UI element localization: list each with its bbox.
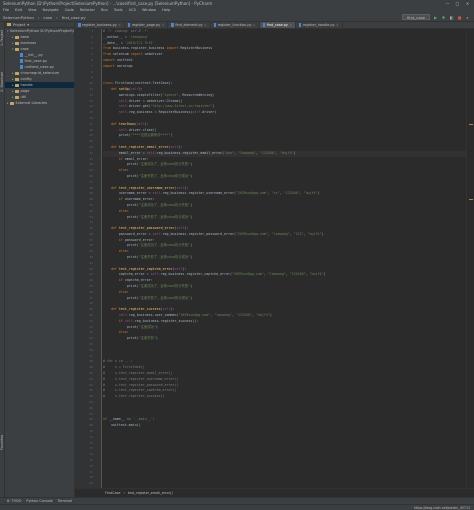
tree-item-label: External Libraries: [15, 101, 48, 105]
menu-tools[interactable]: Tools: [114, 8, 123, 12]
code-editor[interactable]: # -*- coding: utf-8 -*- __author__ = 'zha…: [103, 29, 466, 488]
folder-icon: [15, 41, 19, 45]
breadcrumb-project[interactable]: SeleniumPython: [3, 15, 34, 20]
project-tree: ▾SeleniumPython D:\Python\Project\Seleni…: [5, 28, 74, 106]
search-icon[interactable]: ⌕: [465, 15, 470, 20]
tool-tab-python-console[interactable]: Python Console: [26, 499, 52, 503]
breadcrumb-method[interactable]: test_register_email_error(): [128, 491, 173, 495]
editor-tab-label: find_element.py: [175, 23, 203, 27]
tool-tab-terminal[interactable]: Terminal: [58, 499, 72, 503]
folder-icon: [15, 71, 19, 75]
status-bar: https://blog.csdn.net/weixin_45713: [0, 504, 474, 510]
editor-tab-label: register_business.py: [82, 23, 117, 27]
scrollbar-warning-mark: [469, 199, 473, 200]
navigation-toolbar: SeleniumPython › case › first_case.py fi…: [0, 13, 474, 22]
folder-icon: [15, 77, 19, 81]
menu-code[interactable]: Code: [65, 8, 74, 12]
close-tab-icon[interactable]: ×: [253, 23, 256, 27]
menu-help[interactable]: Help: [162, 8, 170, 12]
chevron-down-icon[interactable]: ▾: [7, 28, 9, 34]
editor-tab[interactable]: register_business.py ×: [75, 22, 125, 28]
breadcrumb-separator-icon: ›: [56, 14, 58, 20]
bottom-tool-tabs: 6: TODO Python Console Terminal: [0, 497, 474, 504]
menu-window[interactable]: Window: [142, 8, 156, 12]
debug-icon[interactable]: ✱: [441, 15, 446, 20]
python-file-icon: [78, 23, 81, 27]
close-tab-icon[interactable]: ×: [289, 23, 292, 27]
menu-run[interactable]: Run: [101, 8, 108, 12]
editor-tab[interactable]: register_page.py ×: [125, 22, 169, 28]
window-title: SeleniumPython [D:\Python\Project\Seleni…: [3, 1, 213, 6]
tree-item[interactable]: ▾SeleniumPython D:\Python\Project\Seleni…: [5, 28, 74, 34]
maximize-icon[interactable]: □: [455, 1, 460, 6]
stop-icon[interactable]: ■: [457, 15, 462, 20]
chevron-down-icon[interactable]: ▾: [27, 23, 29, 27]
scrollbar-warning-mark: [469, 124, 473, 125]
breadcrumb-separator-icon: ›: [37, 14, 40, 20]
close-tab-icon[interactable]: ×: [118, 23, 121, 27]
editor-tabs: register_business.py × register_page.py × fi…: [75, 22, 474, 29]
breadcrumb-separator-icon: ›: [123, 491, 125, 495]
python-file-icon: [20, 53, 23, 57]
editor-breadcrumb: FirstCase › test_register_email_error(): [75, 488, 474, 497]
menu-view[interactable]: View: [28, 8, 37, 12]
project-panel-title: Project: [13, 22, 26, 27]
editor-tab-label: register_page.py: [131, 23, 161, 27]
menu-file[interactable]: File: [3, 8, 9, 12]
close-tab-icon[interactable]: ×: [162, 23, 165, 27]
close-tab-icon[interactable]: ×: [204, 23, 207, 27]
folder-icon: [15, 35, 19, 39]
python-file-icon: [20, 59, 23, 63]
editor-tab[interactable]: first_case.py ×: [259, 22, 296, 28]
folder-icon: [7, 23, 11, 26]
close-tab-icon[interactable]: ×: [336, 23, 339, 27]
breadcrumb-folder[interactable]: case: [43, 15, 52, 20]
tool-tab-todo[interactable]: 6: TODO: [7, 499, 21, 503]
project-panel: Project ▾ ▾ SeleniumPython D:\Python\Proj…: [5, 22, 75, 497]
editor-tab-label: register_function.py: [217, 23, 252, 27]
editor-tab-label: register_handle.py: [302, 23, 335, 27]
menu-edit[interactable]: Edit: [15, 8, 22, 12]
editor-tab[interactable]: register_handle.py ×: [296, 22, 343, 28]
folder-icon: [15, 89, 19, 93]
run-config-select[interactable]: first_case: [401, 14, 430, 20]
folder-icon: [15, 47, 19, 51]
python-file-icon: [171, 23, 174, 27]
folder-icon: [15, 83, 19, 87]
run-icon[interactable]: ▶: [433, 15, 438, 20]
coverage-icon[interactable]: ◧: [449, 15, 454, 20]
breadcrumb-file[interactable]: first_case.py: [62, 15, 86, 20]
menu-refactor[interactable]: Refactor: [80, 8, 95, 12]
python-file-icon: [20, 65, 23, 69]
python-file-icon: [262, 23, 266, 27]
menu-vcs[interactable]: VCS: [129, 8, 136, 12]
editor-scrollbar[interactable]: [466, 29, 474, 488]
menu-navigate[interactable]: Navigate: [43, 8, 59, 12]
title-bar: SeleniumPython [D:\Python\Project\Seleni…: [0, 0, 474, 7]
breadcrumb-class[interactable]: FirstCase: [105, 491, 120, 495]
folder-icon: [10, 101, 14, 105]
editor-tab[interactable]: find_element.py ×: [168, 22, 211, 28]
minimize-icon[interactable]: —: [445, 1, 450, 6]
folder-icon: [15, 95, 19, 99]
editor-tab[interactable]: register_function.py ×: [211, 22, 260, 28]
tree-item[interactable]: ▸ External Libraries: [5, 100, 74, 106]
close-icon[interactable]: ✕: [465, 1, 470, 6]
line-number-gutter: 1 2 3 4 5 6 7 8 9 10 11 12 13 14 15 16 17 18 19 20 21 22 23 24 2…: [75, 29, 102, 497]
status-watermark: https://blog.csdn.net/weixin_45713: [413, 505, 470, 510]
python-file-icon: [298, 23, 302, 27]
python-file-icon: [127, 23, 131, 27]
python-file-icon: [213, 23, 217, 27]
editor-tab-label: first_case.py: [266, 23, 288, 27]
